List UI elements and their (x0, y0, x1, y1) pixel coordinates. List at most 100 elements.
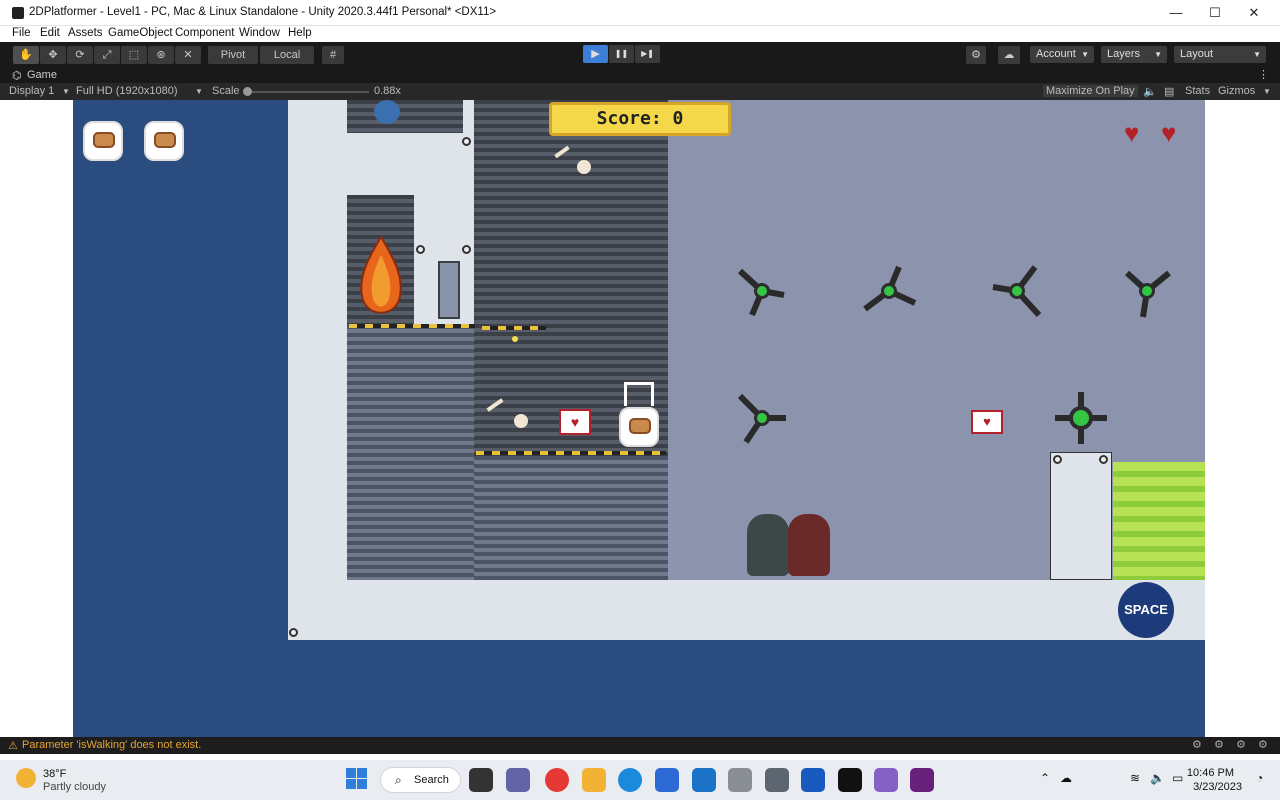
mute-audio-icon[interactable]: 🔈 (1143, 85, 1157, 98)
layers-dropdown[interactable]: Layers ▼ (1101, 46, 1167, 63)
notification-icon[interactable]: ⚙ (1258, 738, 1268, 751)
weather-temp[interactable]: 38°F (43, 768, 66, 780)
custom-tool-icon[interactable]: ✕ (175, 46, 201, 64)
account-dropdown[interactable]: Account ▼ (1030, 46, 1094, 63)
game-view[interactable]: ♥ ♥ Score: 0 ♥ ♥ SPACE (6, 100, 1272, 737)
rotate-tool-icon[interactable]: ⟳ (67, 46, 93, 64)
app-icon[interactable] (728, 768, 752, 792)
tab-game[interactable]: Game (27, 69, 57, 81)
volume-icon[interactable]: 🔈 (1150, 771, 1165, 785)
stats-toggle[interactable]: Stats (1185, 85, 1210, 97)
menu-window[interactable]: Window (239, 27, 280, 39)
search-label: Search (414, 774, 449, 786)
visual-studio-icon[interactable] (874, 768, 898, 792)
menu-edit[interactable]: Edit (40, 27, 60, 39)
store-icon[interactable] (655, 768, 679, 792)
unity-icon[interactable] (838, 768, 862, 792)
wifi-icon[interactable]: ≋ (1130, 771, 1140, 785)
minimize-button[interactable]: — (1157, 0, 1195, 26)
maximize-on-play-toggle[interactable]: Maximize On Play (1043, 85, 1138, 97)
hand-tool-icon[interactable]: ✋ (13, 46, 39, 64)
title-bar: 2DPlatformer - Level1 - PC, Mac & Linux … (0, 0, 1280, 26)
resolution-dropdown[interactable]: Full HD (1920x1080) (76, 85, 178, 97)
account-label: Account (1036, 48, 1076, 60)
menu-help[interactable]: Help (288, 27, 312, 39)
robot-enemy (788, 514, 830, 576)
task-view-icon[interactable] (469, 768, 493, 792)
clock-date[interactable]: 3/23/2023 (1193, 781, 1242, 793)
mail-icon[interactable] (692, 768, 716, 792)
notification-bell-icon[interactable]: ◔ (1256, 771, 1263, 785)
close-button[interactable]: ✕ (1235, 0, 1273, 26)
chevron-down-icon: ▼ (1253, 50, 1261, 59)
step-button[interactable]: ▶❚ (635, 45, 660, 63)
scale-tool-icon[interactable]: ⤢ (94, 46, 120, 64)
skull-icon (577, 160, 591, 174)
display-dropdown[interactable]: Display 1 (9, 85, 54, 97)
console-status-bar[interactable]: ⚠ Parameter 'isWalking' does not exist. … (0, 737, 1280, 754)
snap-icon[interactable]: # (322, 46, 344, 64)
menu-assets[interactable]: Assets (68, 27, 103, 39)
edge-icon[interactable] (618, 768, 642, 792)
file-explorer-icon[interactable] (582, 768, 606, 792)
word-icon[interactable] (801, 768, 825, 792)
gizmos-toggle[interactable]: Gizmos (1218, 85, 1255, 97)
menu-gameobject[interactable]: GameObject (108, 27, 173, 39)
chevron-up-icon[interactable]: ⌃ (1040, 771, 1050, 785)
progress-icon[interactable]: ⚙ (1236, 738, 1246, 751)
local-toggle[interactable]: Local (260, 46, 314, 64)
drone-enemy-icon (737, 268, 785, 317)
collab-icon[interactable]: ⚙ (966, 46, 986, 64)
player-astronaut (619, 407, 659, 447)
play-button[interactable]: ▶ (583, 45, 608, 63)
score-display: Score: 0 (549, 102, 731, 136)
move-tool-icon[interactable]: ✥ (40, 46, 66, 64)
visual-studio-icon[interactable] (910, 768, 934, 792)
weather-icon[interactable] (16, 768, 36, 788)
layout-label: Layout (1180, 48, 1214, 60)
weather-desc[interactable]: Partly cloudy (43, 781, 106, 793)
battery-icon[interactable]: ▭ (1172, 771, 1183, 785)
scale-slider[interactable] (244, 91, 369, 93)
heart-icon: ♥ (1124, 118, 1140, 148)
transform-tool-icon[interactable]: ⊛ (148, 46, 174, 64)
scale-label: Scale (212, 85, 240, 97)
cache-icon[interactable]: ⚙ (1214, 738, 1224, 751)
letterbox-left (6, 100, 73, 737)
bolt (1053, 455, 1062, 464)
metal-platform (1050, 452, 1112, 580)
bolt (462, 245, 471, 254)
layers-label: Layers (1107, 48, 1141, 60)
menu-file[interactable]: File (12, 27, 31, 39)
clock-time[interactable]: 10:46 PM (1187, 767, 1234, 779)
fire-icon (360, 235, 402, 314)
chrome-icon[interactable] (545, 768, 569, 792)
more-options-icon[interactable]: ⋮ (1258, 68, 1269, 81)
turret-enemy-icon (1055, 392, 1107, 444)
hazard-platform (482, 326, 546, 330)
game-tab-bar: ⌬ Game ⋮ (0, 68, 1280, 83)
drone-enemy-icon (992, 265, 1042, 318)
drone-enemy-icon (737, 393, 786, 444)
coin (512, 336, 518, 342)
pause-button[interactable]: ❚❚ (609, 45, 634, 63)
cloud-icon[interactable]: ☁ (998, 46, 1020, 64)
heart-icon: ♥ (1161, 118, 1177, 148)
layout-dropdown[interactable]: Layout ▼ (1174, 46, 1266, 63)
window-title: 2DPlatformer - Level1 - PC, Mac & Linux … (29, 6, 497, 18)
scale-slider-handle[interactable] (243, 87, 252, 96)
teams-icon[interactable] (506, 768, 530, 792)
windows-start-icon[interactable] (346, 768, 368, 790)
chevron-down-icon: ▼ (62, 87, 70, 96)
debug-icon[interactable]: ⚙ (1192, 738, 1202, 751)
bolt (289, 628, 298, 637)
rect-tool-icon[interactable]: ⬚ (121, 46, 147, 64)
wave-wall (347, 325, 474, 580)
maximize-button[interactable]: ☐ (1196, 0, 1234, 26)
cloud-icon[interactable]: ☁ (1060, 771, 1072, 785)
menu-component[interactable]: Component (175, 27, 234, 39)
taskbar-search[interactable]: ⌕ Search (380, 767, 461, 793)
settings-icon[interactable] (765, 768, 789, 792)
pivot-toggle[interactable]: Pivot (208, 46, 258, 64)
health-pack-icon: ♥ (971, 410, 1003, 434)
